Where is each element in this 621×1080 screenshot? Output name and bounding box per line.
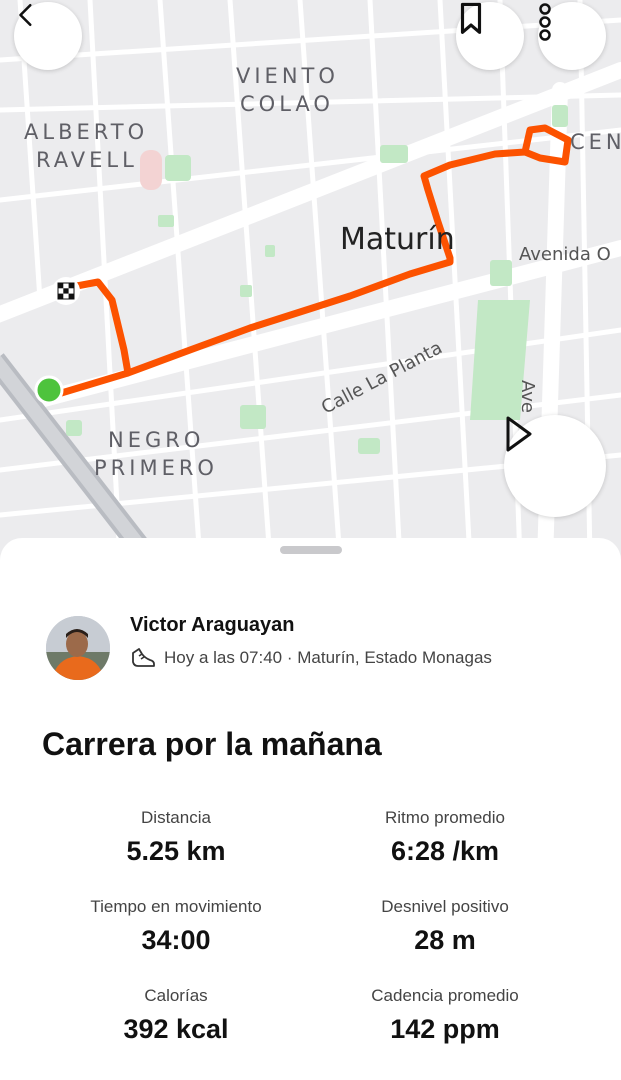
map-label-viento: VIENTO (236, 64, 339, 88)
stat-avg-pace: Ritmo promedio 6:28 /km (295, 808, 595, 867)
bookmark-icon (460, 2, 482, 34)
map-label-alberto: ALBERTO (24, 120, 149, 144)
avatar-image (46, 616, 110, 680)
stat-value: 28 m (414, 925, 476, 955)
start-marker (34, 375, 64, 405)
play-flyover-button[interactable] (504, 415, 606, 517)
stat-value: 5.25 km (126, 836, 226, 866)
map-label-centro: CEN (570, 130, 621, 154)
stat-value: 142 ppm (390, 1014, 500, 1044)
stat-moving-time: Tiempo en movimiento 34:00 (26, 897, 326, 956)
more-options-button[interactable] (538, 2, 606, 70)
activity-meta: Hoy a las 07:40 · Maturín, Estado Monaga… (130, 646, 492, 670)
stat-label: Cadencia promedio (371, 986, 519, 1005)
map-label-city: Maturín (340, 222, 455, 257)
avatar[interactable] (46, 616, 110, 680)
map-label-negro: NEGRO (108, 428, 205, 452)
running-shoe-icon (132, 648, 155, 667)
map-label-colao: COLAO (240, 92, 334, 116)
stat-avg-cadence: Cadencia promedio 142 ppm (295, 986, 595, 1045)
map-label-primero: PRIMERO (94, 456, 218, 480)
bookmark-button[interactable] (456, 2, 524, 70)
activity-date-location: Hoy a las 07:40 · Maturín, Estado Monaga… (164, 648, 492, 667)
stat-label: Distancia (141, 808, 211, 827)
street-label-avenida: Avenida O (519, 244, 611, 265)
finish-flag-icon (52, 277, 80, 305)
stat-elevation-gain: Desnivel positivo 28 m (295, 897, 595, 956)
stat-label: Calorías (144, 986, 208, 1005)
chevron-left-icon (19, 3, 32, 27)
athlete-name[interactable]: Victor Araguayan (130, 614, 295, 637)
stat-calories: Calorías 392 kcal (26, 986, 326, 1045)
stat-distance: Distancia 5.25 km (26, 808, 326, 867)
street-label-avenida-vertical: Ave (517, 380, 538, 413)
stat-label: Desnivel positivo (381, 897, 509, 916)
play-icon (506, 416, 532, 452)
stat-label: Tiempo en movimiento (90, 897, 262, 916)
stat-value: 6:28 /km (390, 836, 500, 866)
drag-handle[interactable] (280, 546, 342, 554)
activity-title: Carrera por la mañana (42, 726, 382, 762)
map-label-ravell: RAVELL (36, 148, 138, 172)
stat-label: Ritmo promedio (385, 808, 505, 827)
route-map[interactable]: VIENTO COLAO ALBERTO RAVELL NEGRO PRIMER… (0, 0, 621, 560)
back-button[interactable] (14, 2, 82, 70)
stat-value: 392 kcal (123, 1014, 229, 1044)
activity-sheet: Victor Araguayan Hoy a las 07:40 · Matur… (0, 538, 621, 1080)
more-vertical-icon (539, 3, 551, 41)
stat-value: 34:00 (141, 925, 211, 955)
